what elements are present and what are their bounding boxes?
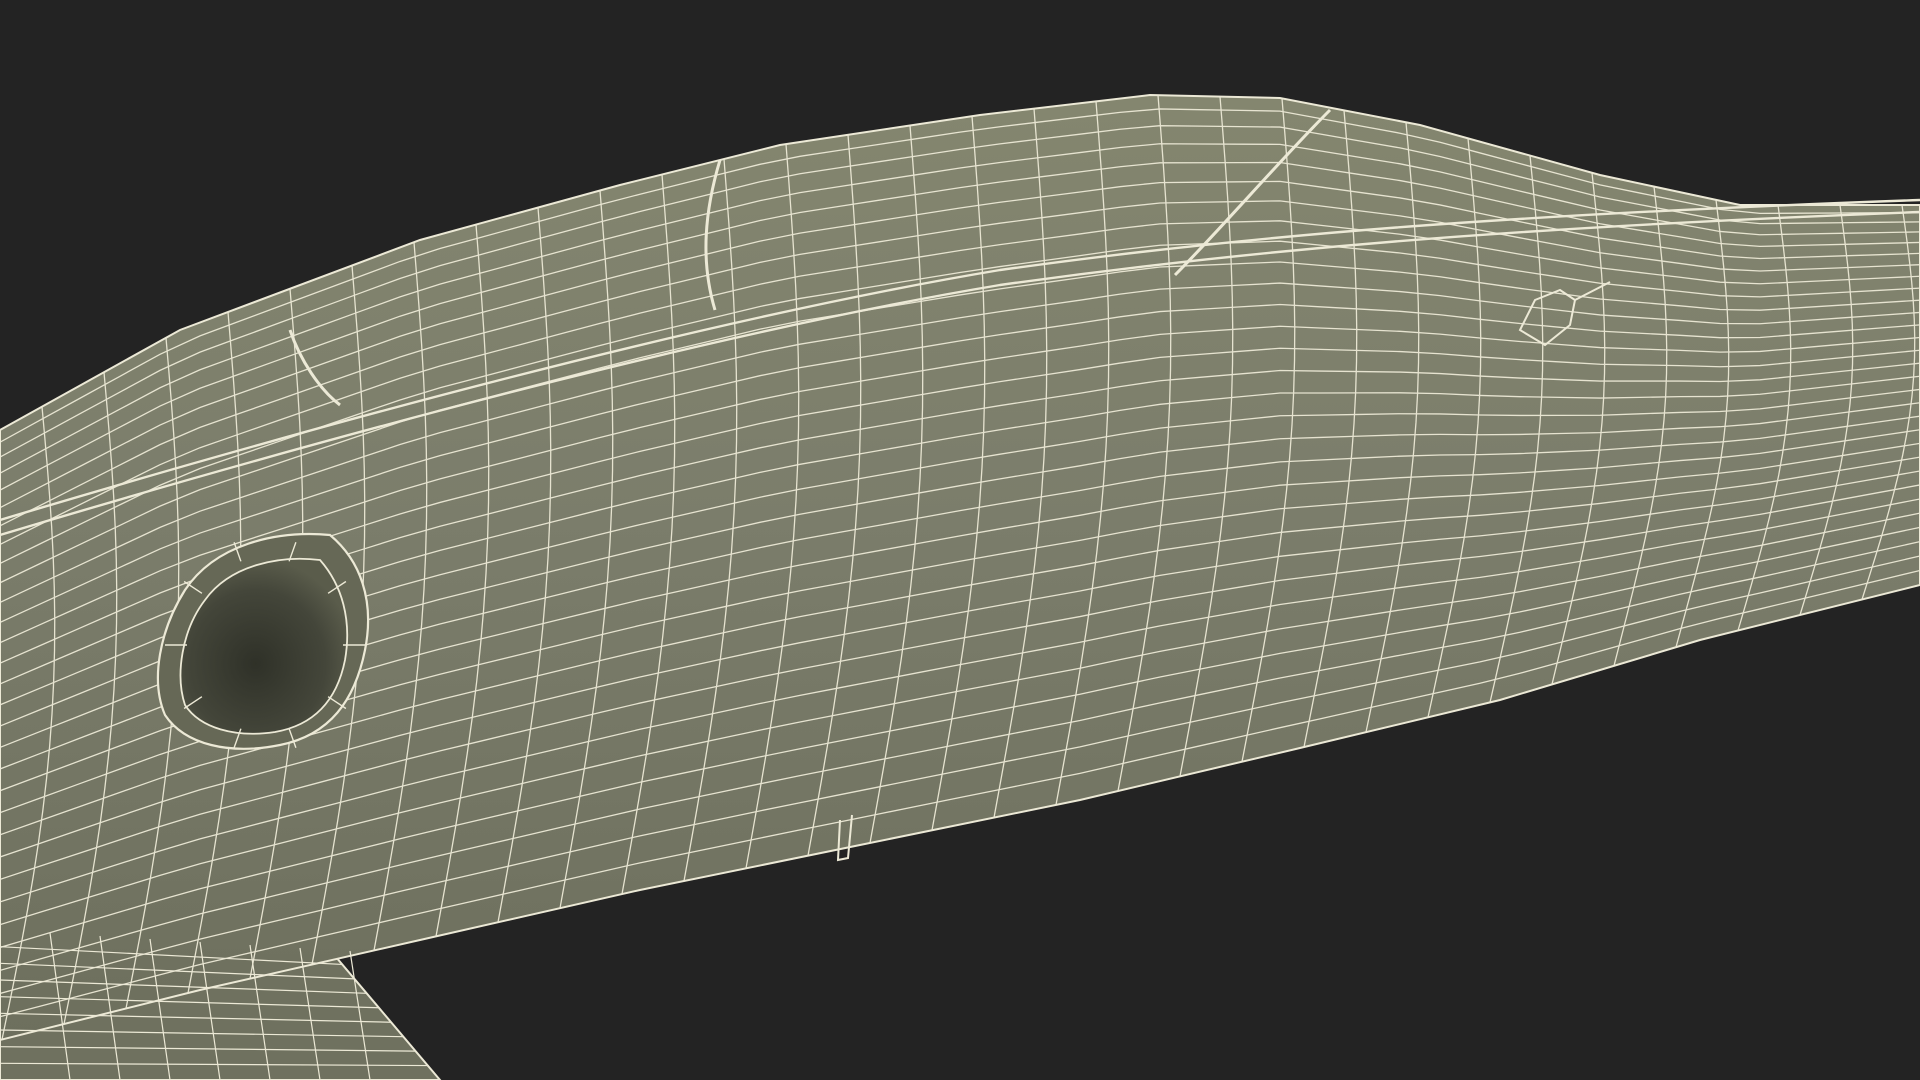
wireframe-render	[0, 0, 1920, 1080]
render-viewport	[0, 0, 1920, 1080]
